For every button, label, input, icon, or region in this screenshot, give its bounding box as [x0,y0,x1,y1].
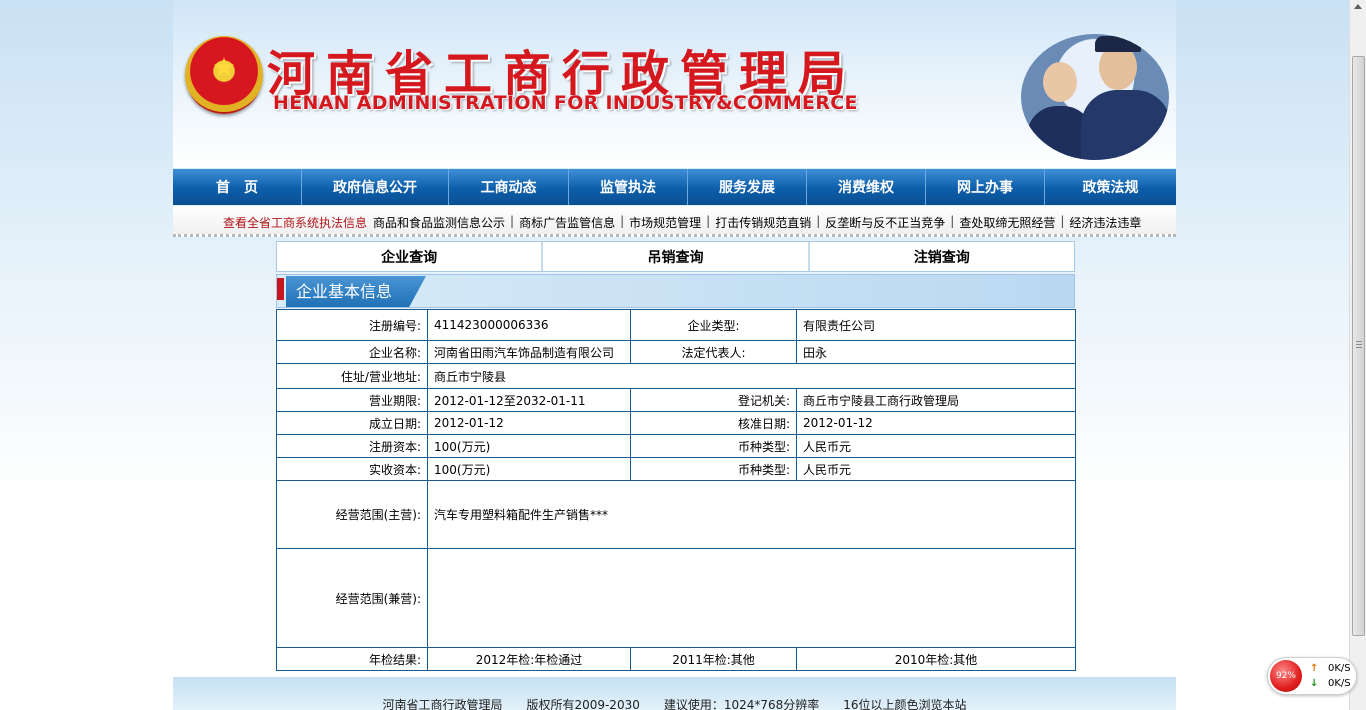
table-row: 年检结果: 2012年检:年检通过 2011年检:其他 2010年检:其他 [276,647,1076,671]
subnav-link[interactable]: 市场规范管理 [629,214,701,231]
nav-consumer[interactable]: 消费维权 [807,169,926,205]
annual-2010: 2010年检:其他 [796,647,1076,671]
nav-enforcement[interactable]: 监管执法 [569,169,688,205]
scroll-up-icon[interactable] [1354,4,1362,9]
nav-service[interactable]: 服务发展 [688,169,807,205]
network-speed-widget[interactable]: 92% ↑ 0K/S ↓ 0K/S [1267,657,1357,695]
table-row: 住址/营业地址: 商丘市宁陵县 [276,363,1076,389]
authority-value: 商丘市宁陵县工商行政管理局 [796,388,1076,412]
approved-value: 2012-01-12 [796,411,1076,435]
download-speed: 0K/S [1328,678,1351,689]
speed-percent: 92% [1270,660,1302,692]
scrollbar-thumb[interactable] [1352,56,1365,636]
sub-nav: 查看全省工商系统执法信息 商品和食品监测信息公示 | 商标广告监管信息 | 市场… [173,206,1176,237]
section-header: 企业基本信息 [276,274,1075,308]
rep-value: 田永 [796,340,1076,364]
subnav-link[interactable]: 经济违法违章 [1069,214,1141,231]
site-footer: 河南省工商行政管理局 版权所有2009-2030 建议使用：1024*768分辨… [173,677,1176,710]
addr-label: 住址/营业地址: [276,363,428,389]
subnav-link[interactable]: 商品和食品监测信息公示 [373,214,505,231]
reg-no-value: 411423000006336 [427,309,631,341]
term-label: 营业期限: [276,388,428,412]
type-value: 有限责任公司 [796,309,1076,341]
tab-revoked-query[interactable]: 吊销查询 [543,242,810,271]
table-row: 经营范围(兼营): [276,548,1076,648]
vertical-scrollbar[interactable] [1349,0,1366,710]
currency2-label: 币种类型: [630,457,797,481]
annual-label: 年检结果: [276,647,428,671]
tab-enterprise-query[interactable]: 企业查询 [277,242,544,271]
table-row: 企业名称: 河南省田雨汽车饰品制造有限公司 法定代表人: 田永 [276,340,1076,364]
paid-capital-value: 100(万元) [427,457,631,481]
rep-label: 法定代表人: [630,340,797,364]
site-title-en: HENAN ADMINISTRATION FOR INDUSTRY&COMMER… [273,92,858,114]
nav-news[interactable]: 工商动态 [449,169,569,205]
table-row: 营业期限: 2012-01-12至2032-01-11 登记机关: 商丘市宁陵县… [276,388,1076,412]
type-label: 企业类型: [630,309,797,341]
upload-speed: 0K/S [1328,663,1351,674]
scope-side-value [427,548,1076,648]
upload-arrow-icon: ↑ [1310,663,1319,674]
table-row: 实收资本: 100(万元) 币种类型: 人民币元 [276,457,1076,481]
nav-online[interactable]: 网上办事 [926,169,1045,205]
footer-text: 河南省工商行政管理局 版权所有2009-2030 建议使用：1024*768分辨… [382,698,967,710]
subnav-link[interactable]: 打击传销规范直销 [715,214,811,231]
annual-2012: 2012年检:年检通过 [427,647,631,671]
currency-value: 人民币元 [796,434,1076,458]
scope-main-label: 经营范围(主营): [276,480,428,549]
site-header: ★ 河南省工商行政管理局 HENAN ADMINISTRATION FOR IN… [173,0,1176,168]
currency2-value: 人民币元 [796,457,1076,481]
tab-cancelled-query[interactable]: 注销查询 [810,242,1074,271]
officers-photo [1021,34,1169,160]
table-row: 注册资本: 100(万元) 币种类型: 人民币元 [276,434,1076,458]
authority-label: 登记机关: [630,388,797,412]
approved-label: 核准日期: [630,411,797,435]
subnav-link[interactable]: 查处取缔无照经营 [959,214,1055,231]
name-label: 企业名称: [276,340,428,364]
capital-value: 100(万元) [427,434,631,458]
enterprise-info-table: 注册编号: 411423000006336 企业类型: 有限责任公司 企业名称:… [276,309,1076,671]
table-row: 成立日期: 2012-01-12 核准日期: 2012-01-12 [276,411,1076,435]
currency-label: 币种类型: [630,434,797,458]
founded-value: 2012-01-12 [427,411,631,435]
annual-2011: 2011年检:其他 [630,647,797,671]
founded-label: 成立日期: [276,411,428,435]
term-value: 2012-01-12至2032-01-11 [427,388,631,412]
paid-capital-label: 实收资本: [276,457,428,481]
download-arrow-icon: ↓ [1310,678,1319,689]
name-value: 河南省田雨汽车饰品制造有限公司 [427,340,631,364]
subnav-enforcement-info-link[interactable]: 查看全省工商系统执法信息 [223,214,367,231]
subnav-link[interactable]: 反垄断与反不正当竞争 [825,214,945,231]
main-nav: 首 页 政府信息公开 工商动态 监管执法 服务发展 消费维权 网上办事 政策法规 [173,169,1176,205]
national-emblem-icon: ★ [185,36,263,114]
scope-main-value: 汽车专用塑料箱配件生产销售*** [427,480,1076,549]
table-row: 经营范围(主营): 汽车专用塑料箱配件生产销售*** [276,480,1076,549]
section-title: 企业基本信息 [286,276,426,307]
page-container: ★ 河南省工商行政管理局 HENAN ADMINISTRATION FOR IN… [173,0,1176,710]
subnav-link[interactable]: 商标广告监管信息 [519,214,615,231]
nav-policy[interactable]: 政策法规 [1045,169,1176,205]
capital-label: 注册资本: [276,434,428,458]
reg-no-label: 注册编号: [276,309,428,341]
addr-value: 商丘市宁陵县 [427,363,1076,389]
scope-side-label: 经营范围(兼营): [276,548,428,648]
nav-home[interactable]: 首 页 [173,169,302,205]
query-tabs: 企业查询 吊销查询 注销查询 [276,241,1075,272]
nav-gov-info[interactable]: 政府信息公开 [302,169,449,205]
table-row: 注册编号: 411423000006336 企业类型: 有限责任公司 [276,309,1076,341]
